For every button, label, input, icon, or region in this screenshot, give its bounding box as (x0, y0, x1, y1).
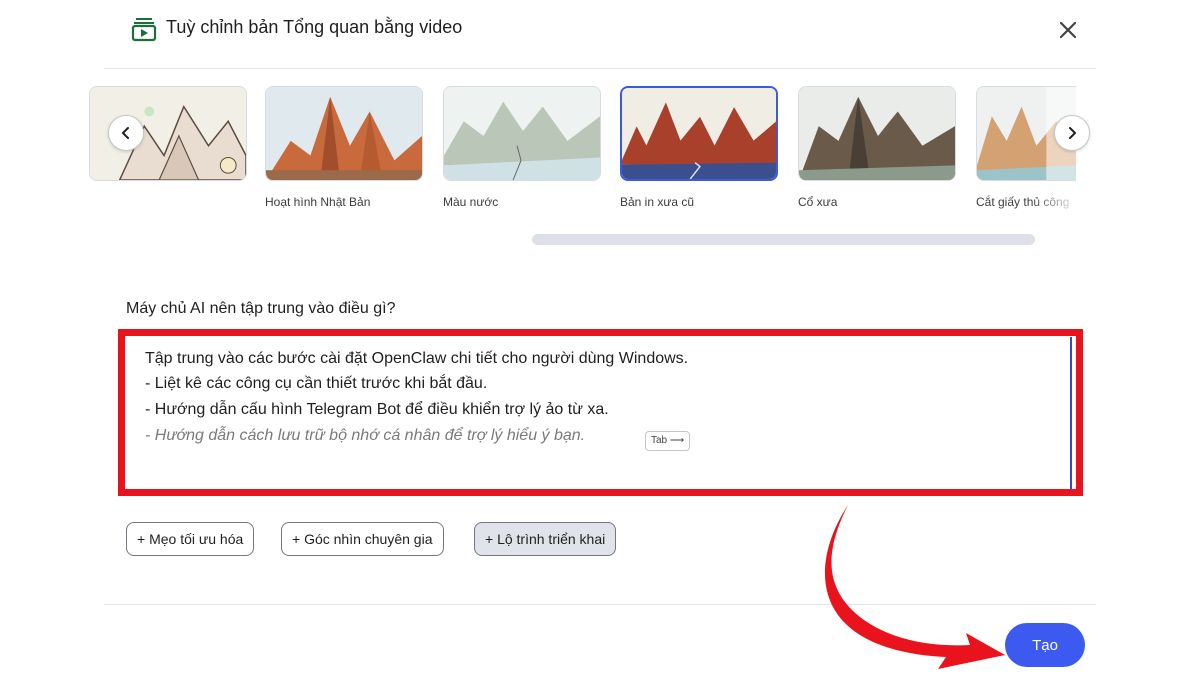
carousel-prev-button[interactable] (108, 115, 144, 151)
red-arrow-annotation (824, 505, 1005, 669)
prompt-line-3: - Hướng dẫn cấu hình Telegram Bot để điề… (145, 401, 609, 418)
chevron-left-icon (122, 127, 129, 139)
video-overview-icon (131, 18, 157, 42)
chip-expert-perspective[interactable]: + Góc nhìn chuyên gia (281, 522, 444, 556)
tab-accept-hint: Tab ⟶ (645, 431, 691, 451)
chip-optimization-tips[interactable]: + Mẹo tối ưu hóa (126, 522, 255, 556)
style-card-watercolor[interactable] (443, 86, 601, 181)
chevron-right-icon (1069, 127, 1076, 139)
prompt-line-2: - Liệt kê các công cụ cần thiết trước kh… (145, 375, 488, 392)
style-card-vintage-print[interactable] (620, 86, 778, 181)
focus-prompt-label: Máy chủ AI nên tập trung vào điều gì? (126, 300, 396, 317)
header-divider (104, 68, 1096, 69)
dialog-title: Tuỳ chỉnh bản Tổng quan bằng video (166, 17, 463, 37)
carousel-scrollbar[interactable] (532, 234, 1035, 245)
style-label-ancient: Cổ xưa (798, 195, 838, 209)
style-label-watercolor: Màu nước (443, 195, 499, 209)
style-label-anime: Hoạt hình Nhật Bản (265, 195, 371, 209)
style-label-paper-cut: Cắt giấy thủ công (976, 195, 1076, 209)
style-card-ancient[interactable] (798, 86, 956, 181)
prompt-suggestion: - Hướng dẫn cách lưu trữ bộ nhớ cá nhân … (145, 427, 586, 444)
close-icon[interactable] (1054, 16, 1082, 44)
carousel-next-button[interactable] (1054, 115, 1090, 151)
style-label-vintage-print: Bản in xưa cũ (620, 195, 695, 209)
prompt-line-1: Tập trung vào các bước cài đặt OpenClaw … (145, 350, 689, 367)
style-card-anime[interactable] (265, 86, 423, 181)
chip-deployment-roadmap[interactable]: + Lộ trình triển khai (474, 522, 617, 556)
create-button[interactable]: Tạo (1005, 623, 1085, 667)
